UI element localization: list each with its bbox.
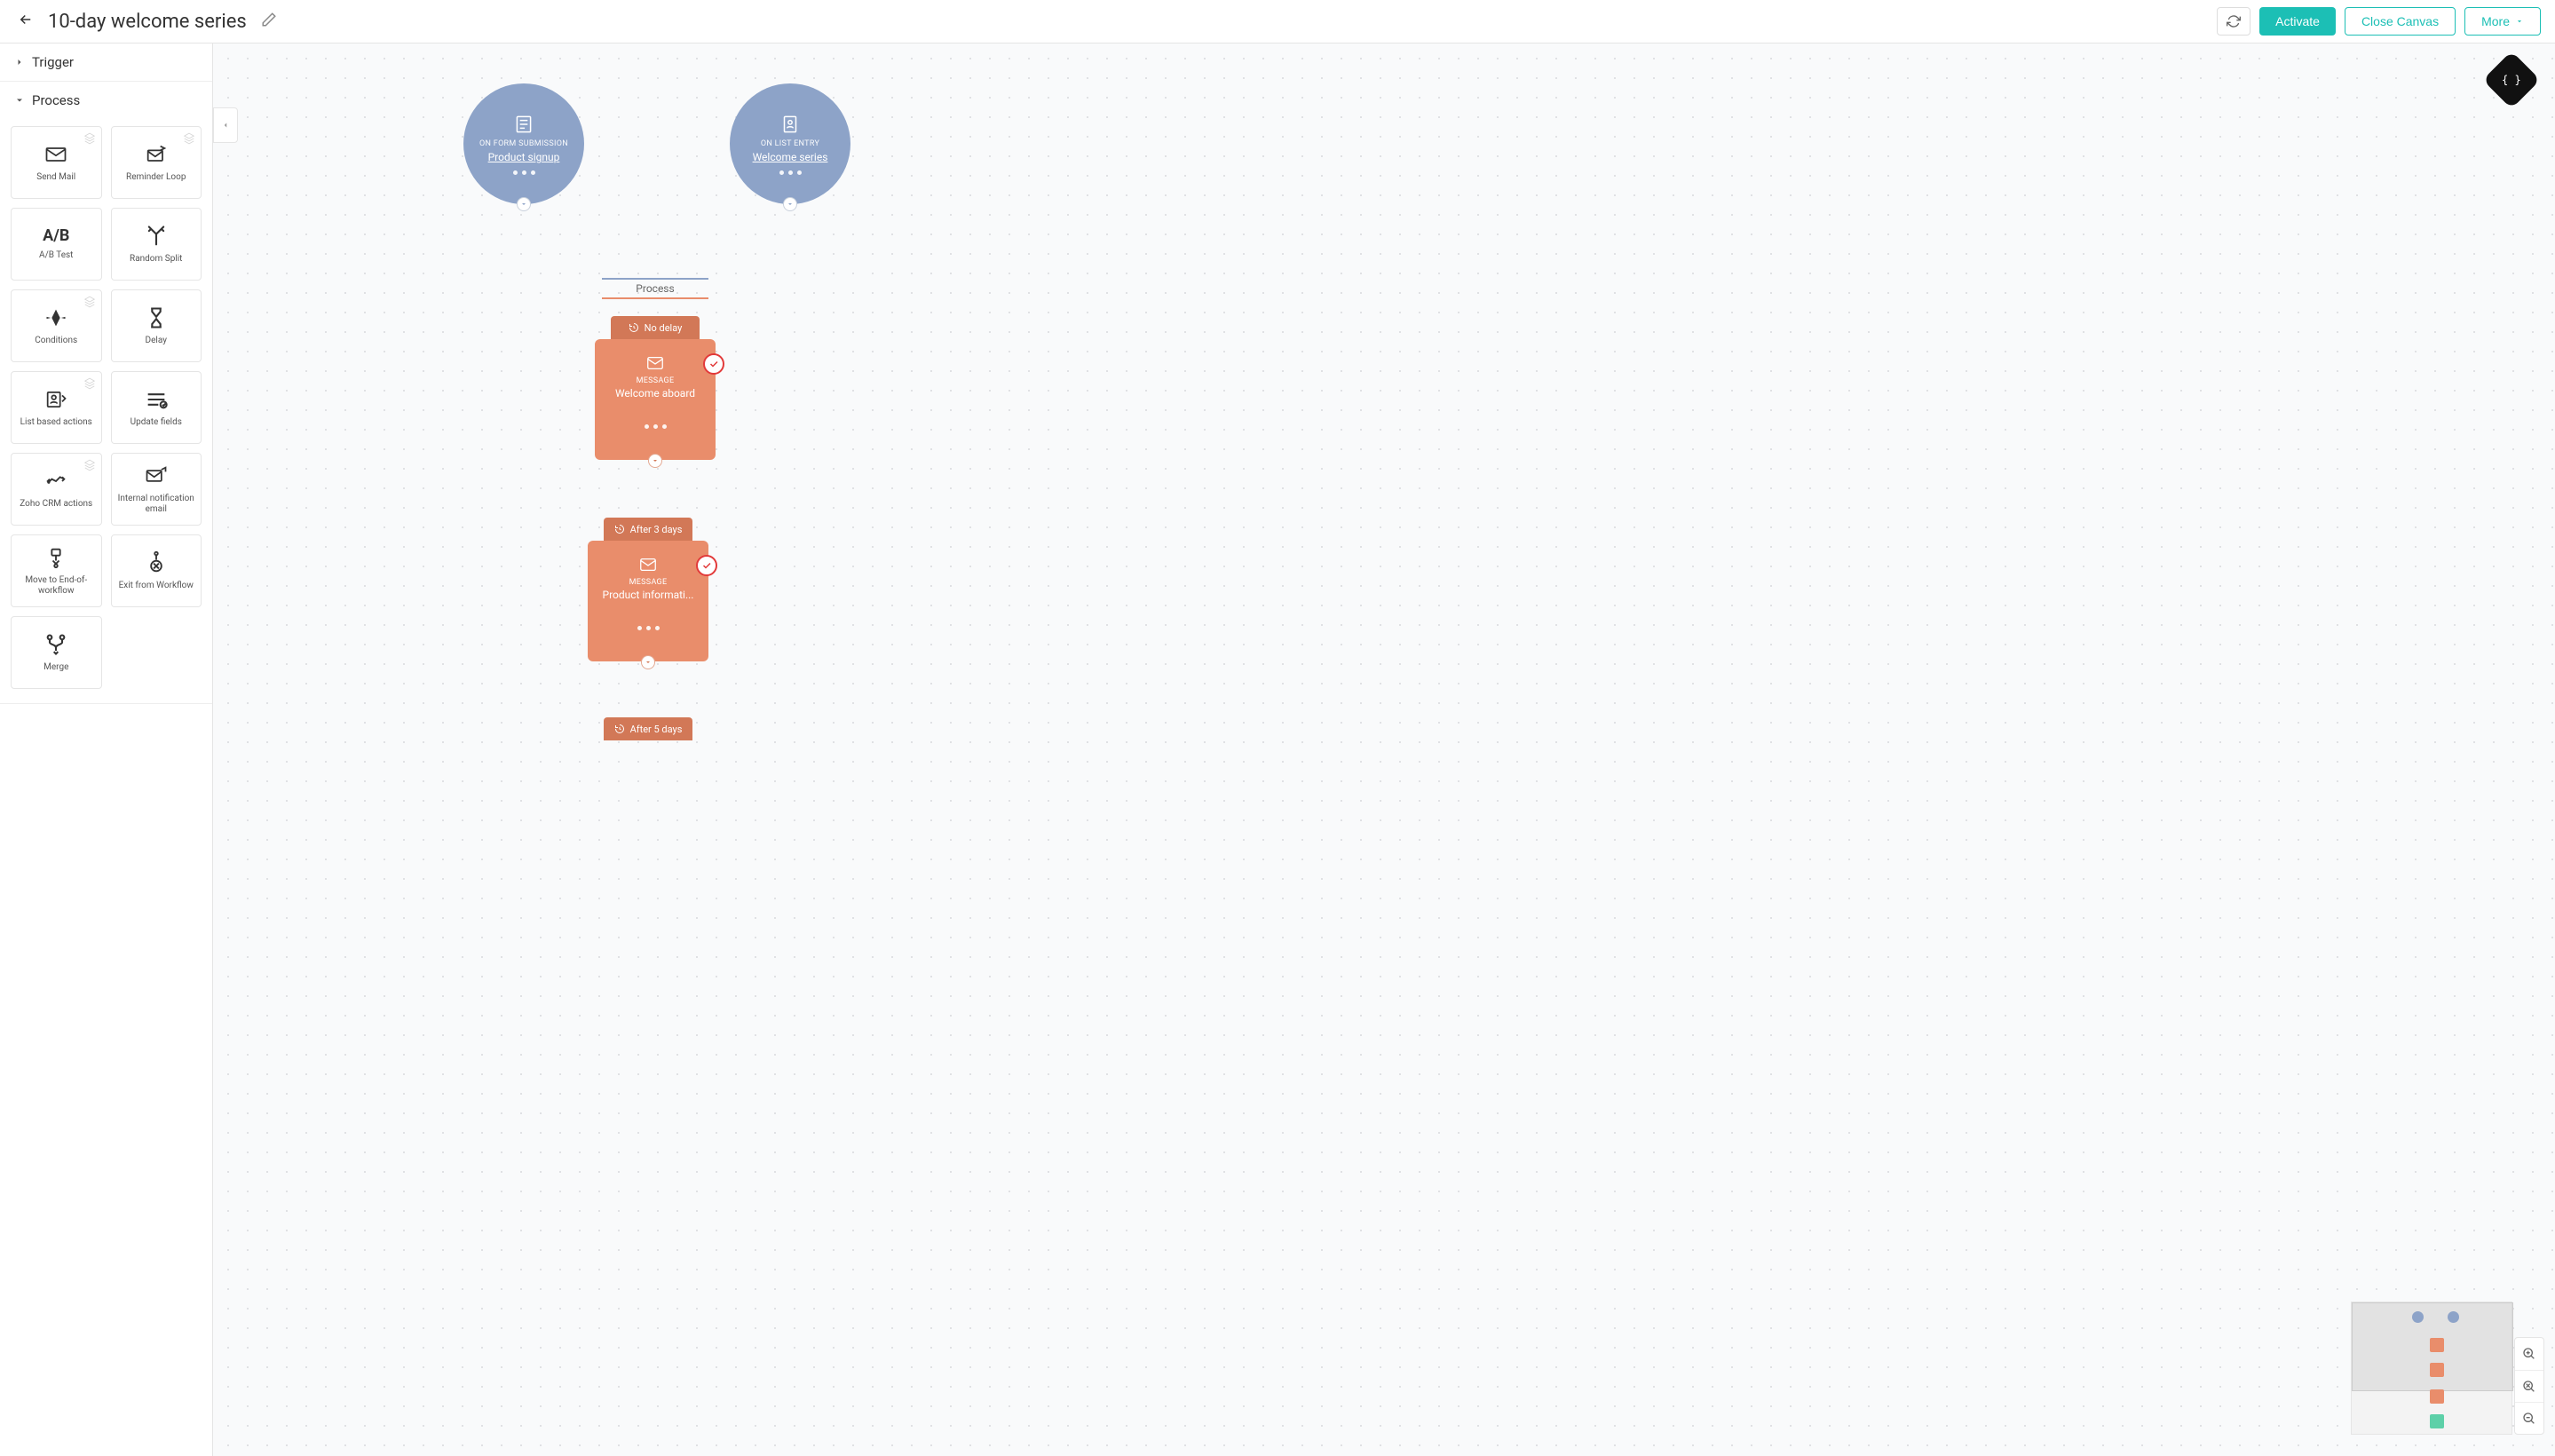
more-dots-icon[interactable] xyxy=(779,170,802,175)
tool-label: Zoho CRM actions xyxy=(16,499,96,510)
tool-label: Conditions xyxy=(31,336,81,347)
trigger-caption: ON FORM SUBMISSION xyxy=(479,139,568,150)
trigger-link[interactable]: Product signup xyxy=(488,151,560,163)
tool-label: Reminder Loop xyxy=(123,172,189,184)
trigger-section-label: Trigger xyxy=(32,54,74,70)
tool-random-split[interactable]: Random Split xyxy=(111,208,202,281)
message-node-product-information[interactable]: MESSAGE Product informati... xyxy=(588,541,708,661)
edit-title-icon[interactable] xyxy=(261,12,277,31)
trigger-caption: ON LIST ENTRY xyxy=(761,139,819,150)
sidebar: Trigger Process Send Mail Reminder Loop xyxy=(0,44,213,1456)
more-label: More xyxy=(2481,14,2510,28)
delay-text: After 3 days xyxy=(630,524,683,535)
tool-label: List based actions xyxy=(17,417,96,429)
tool-label: Move to End-of-workflow xyxy=(12,575,101,597)
message-node-welcome-aboard[interactable]: MESSAGE Welcome aboard xyxy=(595,339,716,460)
tool-conditions[interactable]: Conditions xyxy=(11,289,102,362)
tool-label: A/B Test xyxy=(36,250,76,262)
connectors xyxy=(213,44,479,177)
tool-label: Update fields xyxy=(127,417,186,429)
chevron-down-icon[interactable] xyxy=(648,454,662,468)
tool-reminder-loop[interactable]: Reminder Loop xyxy=(111,126,202,199)
tool-send-mail[interactable]: Send Mail xyxy=(11,126,102,199)
code-badge-icon[interactable]: { } xyxy=(2482,51,2540,108)
tool-label: Delay xyxy=(142,336,170,347)
header-bar: 10-day welcome series Activate Close Can… xyxy=(0,0,2555,44)
message-title: Product informati... xyxy=(603,589,694,601)
delay-text: No delay xyxy=(645,322,683,334)
message-title: Welcome aboard xyxy=(615,387,695,400)
status-check-icon xyxy=(703,353,724,375)
tool-label: Send Mail xyxy=(33,172,79,184)
message-caption: MESSAGE xyxy=(637,376,675,385)
tool-zoho-crm-actions[interactable]: Zoho CRM actions xyxy=(11,453,102,526)
minimap[interactable] xyxy=(2351,1302,2512,1435)
zoom-in-button[interactable] xyxy=(2515,1338,2543,1370)
activate-button[interactable]: Activate xyxy=(2259,7,2336,36)
trigger-list-entry[interactable]: ON LIST ENTRY Welcome series xyxy=(730,83,850,204)
tool-label: Merge xyxy=(40,662,72,674)
process-section-header[interactable]: Process xyxy=(0,82,212,119)
tool-label: Internal notification email xyxy=(112,494,202,516)
chevron-down-icon[interactable] xyxy=(783,197,797,211)
canvas-area[interactable]: ON FORM SUBMISSION Product signup ON LIS… xyxy=(213,44,2555,1456)
refresh-button[interactable] xyxy=(2217,7,2250,36)
more-dots-icon[interactable] xyxy=(637,626,660,630)
workflow-title: 10-day welcome series xyxy=(48,11,247,33)
delay-text: After 5 days xyxy=(630,724,683,735)
tool-internal-notification-email[interactable]: Internal notification email xyxy=(111,453,202,526)
tool-merge[interactable]: Merge xyxy=(11,616,102,689)
tool-list-based-actions[interactable]: List based actions xyxy=(11,371,102,444)
tool-exit-from-workflow[interactable]: Exit from Workflow xyxy=(111,534,202,607)
delay-pill-3-days[interactable]: After 3 days xyxy=(604,518,692,541)
back-button[interactable] xyxy=(14,8,37,35)
process-section-label: Process xyxy=(32,92,80,108)
trigger-form-submission[interactable]: ON FORM SUBMISSION Product signup xyxy=(463,83,584,204)
tool-move-to-end-of-workflow[interactable]: Move to End-of-workflow xyxy=(11,534,102,607)
ab-glyph: A/B xyxy=(43,226,69,245)
trigger-link[interactable]: Welcome series xyxy=(753,151,828,163)
delay-pill-no-delay[interactable]: No delay xyxy=(611,316,700,339)
status-check-icon xyxy=(696,555,717,576)
message-caption: MESSAGE xyxy=(629,578,668,587)
collapse-sidebar-handle[interactable] xyxy=(213,107,238,143)
process-divider: Process xyxy=(602,278,708,299)
tool-label: Random Split xyxy=(126,254,186,265)
close-canvas-button[interactable]: Close Canvas xyxy=(2345,7,2456,36)
trigger-section-header[interactable]: Trigger xyxy=(0,44,212,81)
zoom-out-button[interactable] xyxy=(2515,1402,2543,1434)
process-label: Process xyxy=(602,280,708,297)
more-button[interactable]: More xyxy=(2464,7,2541,36)
tool-label: Exit from Workflow xyxy=(115,581,197,592)
tool-ab-test[interactable]: A/B A/B Test xyxy=(11,208,102,281)
tool-delay[interactable]: Delay xyxy=(111,289,202,362)
tool-update-fields[interactable]: Update fields xyxy=(111,371,202,444)
zoom-controls xyxy=(2514,1337,2544,1435)
delay-pill-5-days[interactable]: After 5 days xyxy=(604,717,692,740)
chevron-down-icon[interactable] xyxy=(517,197,531,211)
chevron-down-icon[interactable] xyxy=(641,655,655,669)
more-dots-icon[interactable] xyxy=(645,424,667,429)
more-dots-icon[interactable] xyxy=(513,170,535,175)
zoom-reset-button[interactable] xyxy=(2515,1370,2543,1402)
